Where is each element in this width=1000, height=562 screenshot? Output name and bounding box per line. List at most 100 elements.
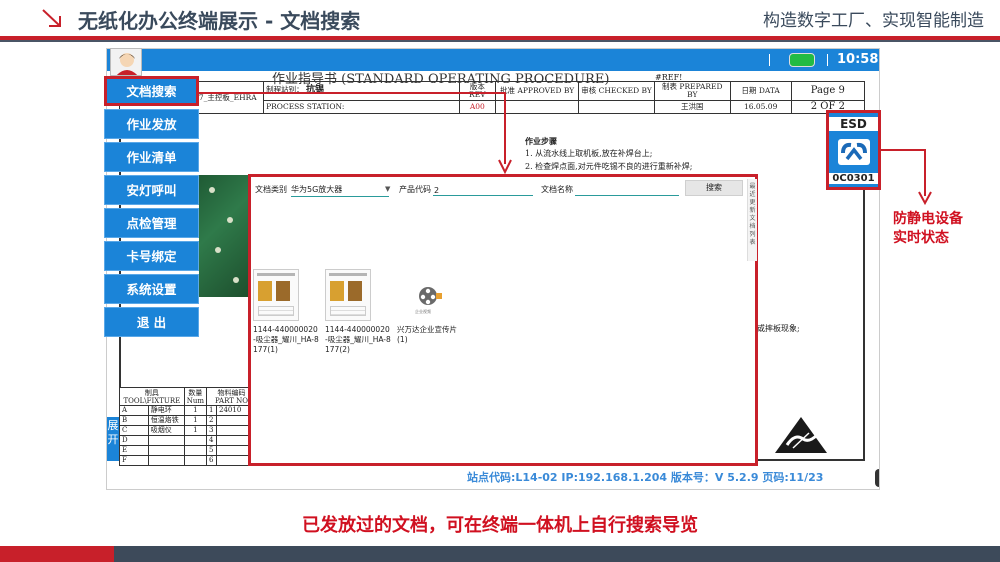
esd-warning-icon xyxy=(775,417,827,453)
rev-label: 版本 REV xyxy=(458,81,497,101)
prepared-label: 制表 PREPARED BY xyxy=(653,81,731,101)
pcb-photo xyxy=(199,175,253,297)
search-button[interactable]: 搜索 xyxy=(685,180,743,196)
tool-letter: B xyxy=(119,415,149,426)
film-reel-icon[interactable] xyxy=(417,283,443,309)
esd-annotation-line2: 实时状态 xyxy=(893,230,949,246)
menu-item-andon-call[interactable]: 安灯呼叫 xyxy=(104,175,199,205)
tool-letter: C xyxy=(119,425,149,436)
wrist-strap-icon xyxy=(838,139,870,165)
document-search-dialog: 文档类别 华为5G放大器 ▼ 产品代码 文档名称 搜索 最近更新文档列表 114… xyxy=(248,174,758,466)
file-name: 1144-440000020-吸尘器_耀川_HA-8177(1) xyxy=(253,325,319,354)
menu-item-job-list[interactable]: 作业清单 xyxy=(104,142,199,172)
tool-name: 恒温烙铁 xyxy=(147,415,185,426)
file-tile[interactable]: 1144-440000020-吸尘器_耀川_HA-8177(1) xyxy=(253,269,319,355)
date-label: 日期 DATA xyxy=(729,81,792,101)
menu-item-job-release[interactable]: 作业发放 xyxy=(104,109,199,139)
slide-title: 无纸化办公终端展示 - 文档搜索 xyxy=(78,9,361,33)
tool-name xyxy=(147,455,185,466)
part-index: 3 xyxy=(206,425,217,436)
menu-item-system-settings[interactable]: 系统设置 xyxy=(104,274,199,304)
checked-label: 审核 CHECKED BY xyxy=(578,81,655,101)
esd-label: ESD xyxy=(829,117,878,131)
tool-num: 1 xyxy=(183,415,208,426)
step-2: 2. 检查焊点面,对元件吃锡不良的进行重新补焊; xyxy=(525,161,693,171)
work-steps: 作业步骤 1. 从流水线上取机板,放在补焊台上; 2. 检查焊点面,对元件吃锡不… xyxy=(525,135,692,173)
tool-letter: F xyxy=(119,455,149,466)
terminal-footer-info: 站点代码:L14-02 IP:192.168.1.204 版本号：V 5.2.9… xyxy=(467,471,824,484)
approved-value xyxy=(495,99,580,115)
arrow-down-right-icon xyxy=(42,9,61,27)
doc-name-label: 文档名称 xyxy=(541,185,573,194)
tool-num xyxy=(183,455,208,466)
menu-item-card-binding[interactable]: 卡号绑定 xyxy=(104,241,199,271)
approved-label: 批准 APPROVED BY xyxy=(495,81,580,101)
chevron-down-icon[interactable]: ▼ xyxy=(385,185,390,193)
part-index: 2 xyxy=(206,415,217,426)
tool-letter: E xyxy=(119,445,149,456)
tool-name: 吸烟仪 xyxy=(147,425,185,436)
tool-name: 静电环 xyxy=(147,405,185,416)
tools-header: 制具 TOOL\FIXTURE xyxy=(119,387,185,406)
scroll-handle[interactable] xyxy=(875,469,879,487)
menu-item-logout[interactable]: 退 出 xyxy=(104,307,199,337)
esd-code: 0C0301 xyxy=(829,173,878,184)
clock: 10:58 xyxy=(837,52,879,67)
battery-icon xyxy=(789,53,815,67)
document-thumbnail-icon xyxy=(325,269,371,321)
tool-num xyxy=(183,435,208,446)
file-tile[interactable]: 1144-440000020-吸尘器_耀川_HA-8177(2) xyxy=(325,269,391,355)
num-header: 数量 Num xyxy=(183,387,208,406)
product-code-label: 产品代码 xyxy=(399,185,431,194)
date-value: 16.05.09 xyxy=(729,99,792,115)
part-index: 1 xyxy=(206,405,217,416)
part-index: 6 xyxy=(206,455,217,466)
defect-note: 或摔板现象; xyxy=(757,324,800,333)
process-station-cell: 制程站别： 抗锡 xyxy=(263,81,460,101)
esd-status-panel[interactable]: ESD 0C0301 xyxy=(826,110,881,190)
steps-title: 作业步骤 xyxy=(525,136,557,146)
table-row: E5 xyxy=(119,445,257,456)
page-label-cell: Page 9 xyxy=(790,81,866,101)
product-code-input[interactable] xyxy=(433,185,533,196)
video-caption: 企业视频 xyxy=(415,309,431,314)
prepared-value: 王洪国 xyxy=(653,99,731,115)
part-index: 5 xyxy=(206,445,217,456)
expand-button[interactable]: 展开 xyxy=(107,417,119,461)
header-divider-secondary xyxy=(0,40,1000,42)
table-row: F6 xyxy=(119,455,257,466)
doc-name-input[interactable] xyxy=(575,185,679,196)
table-row: B 恒温烙铁 1 2 xyxy=(119,415,257,426)
slide-caption: 已发放过的文档，可在终端一体机上自行搜索导览 xyxy=(302,515,698,536)
status-divider xyxy=(827,54,828,66)
side-menu: 文档搜索 作业发放 作业清单 安灯呼叫 点检管理 卡号绑定 系统设置 退 出 xyxy=(104,76,199,340)
tool-letter: D xyxy=(119,435,149,446)
bottom-bar xyxy=(0,546,1000,562)
checked-value xyxy=(578,99,655,115)
bottom-accent xyxy=(0,546,114,562)
menu-item-document-search[interactable]: 文档搜索 xyxy=(104,76,199,106)
esd-annotation: 防静电设备 实时状态 xyxy=(893,210,963,248)
tools-table: 制具 TOOL\FIXTURE 数量 Num 物料编码 PART NO A 静电环… xyxy=(119,387,257,466)
tool-name xyxy=(147,445,185,456)
tool-name xyxy=(147,435,185,446)
recent-docs-tab[interactable]: 最近更新文档列表 xyxy=(747,179,757,261)
table-row: D4 xyxy=(119,435,257,446)
file-name: 1144-440000020-吸尘器_耀川_HA-8177(2) xyxy=(325,325,391,354)
part-index: 4 xyxy=(206,435,217,446)
menu-item-inspection[interactable]: 点检管理 xyxy=(104,208,199,238)
tool-num: 1 xyxy=(183,425,208,436)
slide-slogan: 构造数字工厂、实现智能制造 xyxy=(763,11,984,31)
step-1: 1. 从流水线上取机板,放在补焊台上; xyxy=(525,148,653,158)
table-row: A 静电环 1 1 24010 xyxy=(119,405,257,416)
avatar[interactable] xyxy=(110,48,142,76)
esd-annotation-line1: 防静电设备 xyxy=(893,211,963,227)
user-avatar-icon xyxy=(116,53,138,75)
document-thumbnail-icon xyxy=(253,269,299,321)
file-name: 兴万达企业宣传片(1) xyxy=(397,325,457,344)
table-row: C 吸烟仪 1 3 xyxy=(119,425,257,436)
category-select[interactable]: 华为5G放大器 xyxy=(291,184,389,197)
status-divider xyxy=(769,54,770,66)
category-label: 文档类别 xyxy=(255,185,287,194)
tool-letter: A xyxy=(119,405,149,416)
